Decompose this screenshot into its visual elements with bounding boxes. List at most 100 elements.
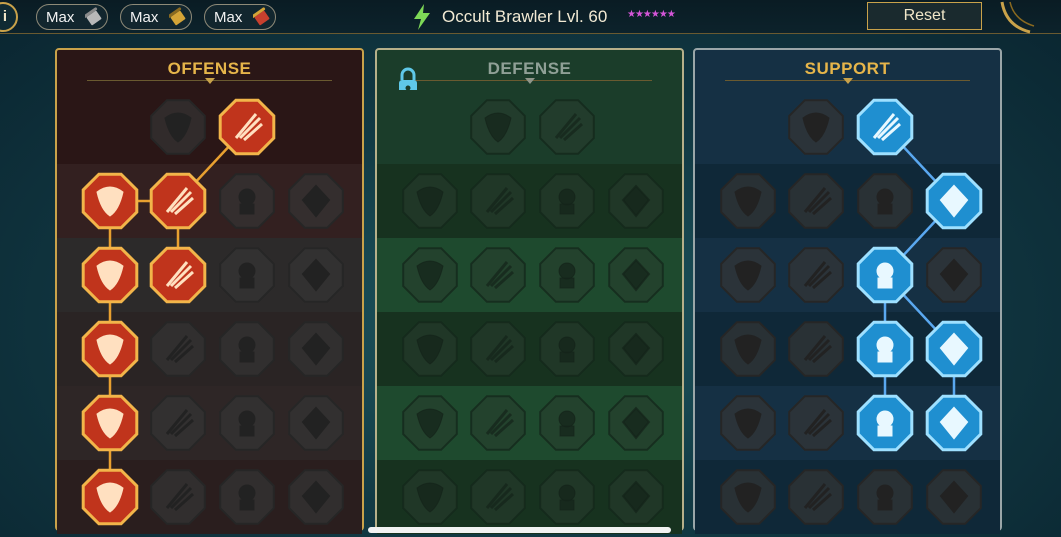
crossed-swords-icon[interactable] [147, 96, 209, 158]
dagger-slash-icon[interactable] [216, 96, 278, 158]
skull-ring-icon[interactable] [536, 392, 598, 454]
bull-skull-icon[interactable] [605, 318, 667, 380]
visored-helm-icon[interactable] [147, 466, 209, 528]
compass-star-icon[interactable] [717, 392, 779, 454]
crumbling-icon[interactable] [854, 244, 916, 306]
home-indicator[interactable] [368, 527, 671, 533]
max-button-silver[interactable]: Max [36, 4, 108, 30]
eagle-icon[interactable] [923, 466, 985, 528]
top-bar: i Max Max Max Occult Brawler Lvl. 60 ★★★… [0, 0, 1061, 34]
max-button-gold[interactable]: Max [120, 4, 192, 30]
shield-slash-icon[interactable] [216, 170, 278, 232]
cloak-icon[interactable] [399, 244, 461, 306]
warrior-pose-icon[interactable] [285, 392, 347, 454]
offense-tier-row [57, 90, 362, 164]
hooded-figure-icon[interactable] [605, 244, 667, 306]
support-tier-row [695, 90, 1000, 164]
info-icon: i [2, 8, 7, 25]
silver-scroll-icon [85, 7, 102, 26]
skull-icon[interactable] [536, 244, 598, 306]
defense-panel: DEFENSE [375, 48, 684, 534]
lightning-shield-icon[interactable] [785, 244, 847, 306]
offense-title: OFFENSE [167, 59, 252, 78]
plated-shield-icon[interactable] [467, 244, 529, 306]
heart-plus-icon[interactable] [785, 96, 847, 158]
support-title: SUPPORT [804, 59, 891, 78]
heavy-armor-icon[interactable] [536, 170, 598, 232]
all-seeing-eye-icon[interactable] [854, 392, 916, 454]
silhouette-icon[interactable] [923, 244, 985, 306]
gold-scroll-icon [169, 7, 186, 26]
caret-down-icon [842, 78, 853, 84]
helm-icon[interactable] [399, 170, 461, 232]
energy-bolt-icon [414, 4, 430, 30]
support-panel: SUPPORT [693, 48, 1002, 534]
arm-guard-icon[interactable] [467, 170, 529, 232]
offense-panel: OFFENSE [55, 48, 364, 534]
spiral-wind-icon[interactable] [854, 96, 916, 158]
defense-title: DEFENSE [487, 59, 572, 78]
bomb-icon[interactable] [717, 466, 779, 528]
cracked-wall-icon[interactable] [467, 96, 529, 158]
raised-fist-icon[interactable] [536, 96, 598, 158]
open-book-icon[interactable] [854, 318, 916, 380]
dashing-foot-icon[interactable] [785, 392, 847, 454]
warrior-sword-icon[interactable] [79, 466, 141, 528]
praying-hands-icon[interactable] [717, 170, 779, 232]
hourglass-icon[interactable] [467, 318, 529, 380]
mask-icon[interactable] [399, 466, 461, 528]
support-header: SUPPORT [695, 50, 1000, 84]
dual-figure-icon[interactable] [399, 318, 461, 380]
sickle-icon[interactable] [285, 244, 347, 306]
spartan-helm-icon[interactable] [285, 466, 347, 528]
corner-ornament-icon [1000, 1, 1035, 34]
spider-icon[interactable] [216, 466, 278, 528]
axe-icon[interactable] [216, 318, 278, 380]
gauntlet-icon[interactable] [147, 318, 209, 380]
offense-header: OFFENSE [57, 50, 362, 84]
sparkle-figure-icon[interactable] [717, 244, 779, 306]
reset-label: Reset [903, 7, 946, 24]
chain-lightning-icon[interactable] [285, 318, 347, 380]
knight-arrows-icon[interactable] [79, 244, 141, 306]
max-button-red[interactable]: Max [204, 4, 276, 30]
demon-figure-icon[interactable] [79, 170, 141, 232]
blade-block-icon[interactable] [605, 170, 667, 232]
max-label: Max [46, 9, 75, 26]
info-button[interactable]: i [0, 2, 18, 32]
skull-bones-icon[interactable] [147, 392, 209, 454]
claw-strike-icon[interactable] [147, 170, 209, 232]
reset-button[interactable]: Reset [867, 2, 982, 30]
star-rating: ★★★★★★ [627, 9, 676, 20]
flame-icon[interactable] [467, 392, 529, 454]
wing-icon[interactable] [605, 392, 667, 454]
sword-ring-icon[interactable] [216, 392, 278, 454]
skull-smoke-icon[interactable] [854, 170, 916, 232]
defense-tier-row [377, 90, 682, 164]
angry-eyes-icon[interactable] [923, 318, 985, 380]
heart-claw-icon[interactable] [285, 170, 347, 232]
skull-helm-icon[interactable] [536, 466, 598, 528]
heart-chain-icon[interactable] [717, 318, 779, 380]
helmet-icon[interactable] [854, 466, 916, 528]
swirl-shell-icon[interactable] [785, 170, 847, 232]
fanged-maw-icon[interactable] [147, 244, 209, 306]
max-label: Max [130, 9, 159, 26]
caret-down-icon [204, 78, 215, 84]
champion-name-level: Occult Brawler Lvl. 60 [442, 7, 608, 26]
caret-down-icon [524, 78, 535, 84]
bleeding-heart-icon[interactable] [79, 318, 141, 380]
fireball-icon[interactable] [785, 318, 847, 380]
blades-burst-icon[interactable] [79, 392, 141, 454]
giant-icon[interactable] [605, 466, 667, 528]
speed-blade-icon[interactable] [923, 170, 985, 232]
defense-header: DEFENSE [377, 50, 682, 84]
dancing-figure-icon[interactable] [923, 392, 985, 454]
skull-icon[interactable] [216, 244, 278, 306]
runner-icon[interactable] [399, 392, 461, 454]
open-hand-icon[interactable] [536, 318, 598, 380]
max-label: Max [214, 9, 243, 26]
red-scroll-icon [253, 7, 270, 26]
skull-icon[interactable] [785, 466, 847, 528]
ribbed-shield-icon[interactable] [467, 466, 529, 528]
